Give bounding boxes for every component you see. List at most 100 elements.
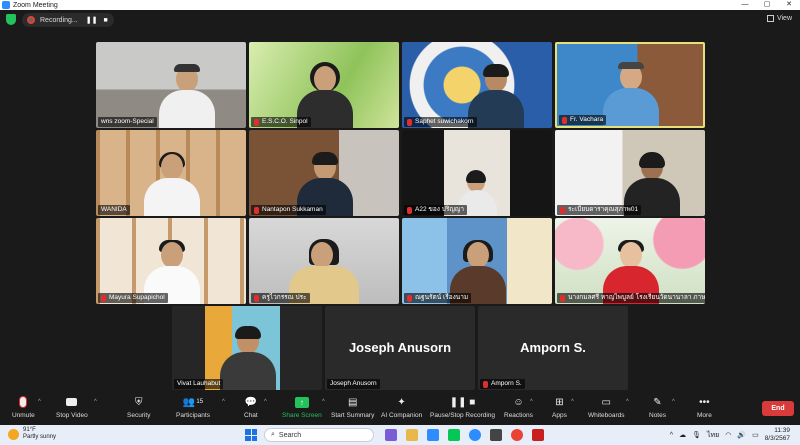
maximize-button[interactable]: ▢: [756, 0, 778, 10]
stop-recording-button[interactable]: ■: [103, 17, 107, 24]
search-icon: ⌕: [271, 431, 275, 438]
search-placeholder: Search: [278, 431, 302, 439]
participant-name: Joseph Anusorn: [327, 379, 380, 389]
close-button[interactable]: ✕: [778, 0, 800, 10]
stop-video-button[interactable]: Stop Video: [56, 395, 88, 419]
teams-app-icon[interactable]: [385, 429, 397, 441]
pause-stop-recording-button[interactable]: ❚❚ ■ Pause/Stop Recording: [430, 395, 495, 420]
view-button[interactable]: View: [766, 15, 792, 22]
video-tile[interactable]: Vivat Lauhabut: [172, 306, 322, 390]
video-tile-camera-off[interactable]: Amporn S. Amporn S.: [478, 306, 628, 390]
video-tile[interactable]: ครูไวกรรณ ประ: [249, 218, 399, 304]
muted-mic-icon: [562, 116, 567, 124]
chevron-up-icon[interactable]: ^: [670, 432, 673, 439]
volume-icon[interactable]: 🔊: [737, 431, 746, 439]
participants-button[interactable]: 👥 15 Participants: [176, 395, 210, 420]
video-options-chevron-icon[interactable]: ^: [94, 399, 97, 405]
end-meeting-button[interactable]: End: [762, 401, 794, 416]
unmute-button[interactable]: Unmute: [12, 395, 35, 419]
muted-mic-icon: [407, 206, 412, 214]
windows-start-icon[interactable]: [245, 429, 257, 441]
temperature: 91°F: [23, 427, 36, 433]
video-gallery: wns zoom-Special E.S.C.O. Sinpol Saphet …: [0, 30, 800, 392]
file-explorer-icon[interactable]: [406, 429, 418, 441]
chat-button[interactable]: 💬 Chat: [244, 395, 258, 420]
acrobat-app-icon[interactable]: [532, 429, 544, 441]
os-taskbar: 91°F Partly sunny ⌕ Search ^ ☁ 🎙 ไทย ◠ 🔊…: [0, 425, 800, 445]
share-screen-button[interactable]: ↑ Share Screen: [282, 395, 322, 419]
weather-widget[interactable]: 91°F Partly sunny: [8, 427, 56, 441]
video-tile[interactable]: Saphet suwichakorn: [402, 42, 552, 128]
participant-name: A22 ของ ปริญญา: [404, 205, 468, 215]
share-chevron-icon[interactable]: ^: [322, 399, 325, 405]
participant-name: E.S.C.O. Sinpol: [251, 117, 311, 127]
muted-mic-icon: [254, 206, 259, 214]
whiteboards-button[interactable]: ▭ Whiteboards: [588, 395, 625, 420]
microphone-icon[interactable]: 🎙: [692, 431, 701, 439]
whiteboards-chevron-icon[interactable]: ^: [626, 399, 629, 405]
pause-stop-icon: ❚❚ ■: [449, 396, 476, 408]
smiley-icon: ☺: [513, 396, 524, 408]
video-tile[interactable]: Nantapon Sukkaman: [249, 130, 399, 216]
meeting-controls-bar: Unmute ^ Stop Video ^ ⛨ Security 👥 15 Par…: [0, 392, 800, 425]
video-tile[interactable]: Mayura Supapichol: [96, 218, 246, 304]
participant-name: Mayura Supapichol: [98, 293, 168, 303]
participant-name: ณฐนรัตน์ เรืองนาม: [404, 293, 472, 303]
line-app-icon[interactable]: [448, 429, 460, 441]
video-tile[interactable]: WANIDA: [96, 130, 246, 216]
video-tile[interactable]: E.S.C.O. Sinpol: [249, 42, 399, 128]
participant-name: Vivat Lauhabut: [174, 379, 224, 389]
meeting-topbar: Recording... ❚❚ ■ View: [0, 10, 800, 30]
wifi-icon[interactable]: ◠: [725, 431, 731, 439]
battery-icon[interactable]: ▭: [752, 431, 759, 439]
partly-sunny-icon: [8, 428, 19, 440]
people-icon: 👥 15: [182, 396, 204, 408]
chrome-app-icon[interactable]: [511, 429, 523, 441]
video-tile-camera-off[interactable]: Joseph Anusorn Joseph Anusorn: [325, 306, 475, 390]
participants-chevron-icon[interactable]: ^: [222, 399, 225, 405]
recording-dot-icon: [27, 16, 35, 24]
clock[interactable]: 11:39 8/3/2567: [765, 427, 790, 443]
muted-mic-icon: [560, 294, 565, 302]
zoom-app-icon[interactable]: [469, 429, 481, 441]
chat-chevron-icon[interactable]: ^: [264, 399, 267, 405]
start-summary-button[interactable]: ▤ Start Summary: [331, 395, 374, 420]
more-button[interactable]: ••• More: [697, 395, 712, 420]
video-tile[interactable]: A22 ของ ปริญญา: [402, 130, 552, 216]
system-tray: ^ ☁ 🎙 ไทย ◠ 🔊 ▭ 11:39 8/3/2567: [670, 427, 790, 443]
video-tile-active-speaker[interactable]: Fr. Vachara: [555, 42, 705, 128]
reactions-button[interactable]: ☺ Reactions: [504, 395, 533, 420]
apps-chevron-icon[interactable]: ^: [571, 399, 574, 405]
video-tile[interactable]: นางกมลศรี หาญไพบูลย์ โรงเรียนวัดนานาลา ภ…: [555, 218, 705, 304]
apps-button[interactable]: ⊞ Apps: [552, 395, 567, 420]
video-tile[interactable]: wns zoom-Special: [96, 42, 246, 128]
muted-mic-icon: [483, 380, 488, 388]
summary-icon: ▤: [347, 396, 358, 408]
terminal-app-icon[interactable]: [490, 429, 502, 441]
security-shield-icon[interactable]: [6, 14, 16, 25]
grid-view-icon: [766, 15, 774, 22]
audio-options-chevron-icon[interactable]: ^: [38, 399, 41, 405]
pause-recording-button[interactable]: ❚❚: [86, 16, 98, 24]
muted-microphone-icon: [20, 395, 27, 409]
participant-name: ครูไวกรรณ ประ: [251, 293, 310, 303]
participant-name: WANIDA: [98, 205, 130, 215]
security-button[interactable]: ⛨ Security: [127, 395, 150, 420]
ai-companion-button[interactable]: ✦ AI Companion: [381, 395, 422, 420]
keyboard-language[interactable]: ไทย: [707, 430, 719, 441]
reactions-chevron-icon[interactable]: ^: [530, 399, 533, 405]
video-tile[interactable]: ระเบียบดาราคุณสุภาพ01: [555, 130, 705, 216]
zoom-app-icon: [2, 1, 10, 9]
taskbar-search-input[interactable]: ⌕ Search: [264, 428, 374, 442]
participant-name: Fr. Vachara: [559, 115, 607, 125]
cloud-icon[interactable]: ☁: [679, 431, 686, 439]
calculator-app-icon[interactable]: [427, 429, 439, 441]
notes-chevron-icon[interactable]: ^: [672, 399, 675, 405]
video-tile[interactable]: ณฐนรัตน์ เรืองนาม: [402, 218, 552, 304]
window-controls: — ▢ ✕: [734, 0, 800, 10]
notes-button[interactable]: ✎ Notes: [649, 395, 666, 420]
participant-name: Nantapon Sukkaman: [251, 205, 326, 215]
minimize-button[interactable]: —: [734, 0, 756, 10]
window-title: Zoom Meeting: [13, 1, 58, 9]
apps-grid-icon: ⊞: [555, 396, 564, 408]
